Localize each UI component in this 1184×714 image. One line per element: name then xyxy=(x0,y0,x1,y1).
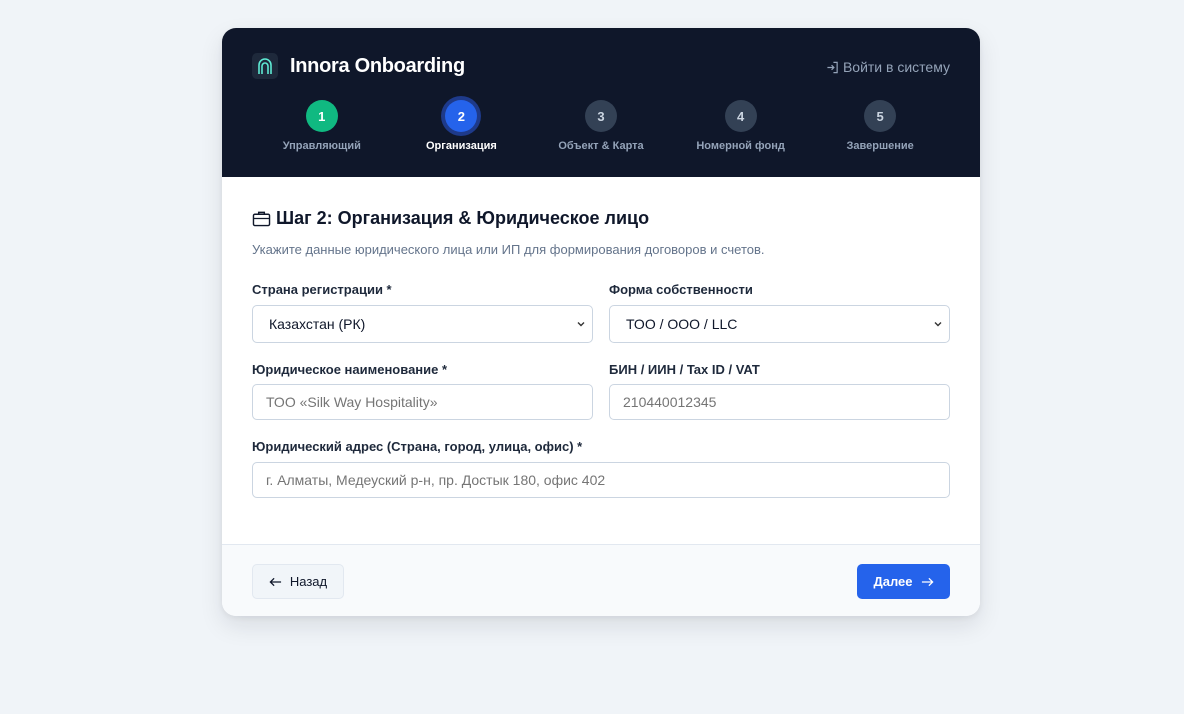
login-link-label: Войти в систему xyxy=(842,59,950,75)
brand: Innora Onboarding xyxy=(252,53,465,79)
address-label: Юридический адрес (Страна, город, улица,… xyxy=(252,439,583,454)
step-4[interactable]: 4 Номерной фонд xyxy=(671,100,811,152)
wizard-footer: Назад Далее xyxy=(222,544,980,616)
login-link[interactable]: Войти в систему xyxy=(826,59,950,75)
chevron-down-icon xyxy=(577,322,585,327)
back-button[interactable]: Назад xyxy=(252,564,344,599)
ownership-select[interactable]: ТОО / ООО / LLC xyxy=(609,305,950,343)
tax-id-input[interactable]: 210440012345 xyxy=(609,384,950,420)
section-title: Шаг 2: Организация & Юридическое лицо xyxy=(252,208,950,229)
ownership-select-value: ТОО / ООО / LLC xyxy=(626,316,738,332)
section-description: Укажите данные юридического лица или ИП … xyxy=(252,242,765,257)
wizard-header: Innora Onboarding Войти в систему 1 Упра… xyxy=(222,28,980,177)
step-3[interactable]: 3 Объект & Карта xyxy=(531,100,671,152)
step-number: 2 xyxy=(445,100,478,132)
step-1[interactable]: 1 Управляющий xyxy=(252,100,392,152)
step-number: 3 xyxy=(584,100,617,132)
arrow-right-icon xyxy=(921,577,934,586)
legal-name-input[interactable]: ТОО «Silk Way Hospitality» xyxy=(252,384,593,420)
onboarding-card: Innora Onboarding Войти в систему 1 Упра… xyxy=(222,28,980,616)
brand-name: Innora Onboarding xyxy=(290,54,465,77)
address-field: Юридический адрес (Страна, город, улица,… xyxy=(252,439,950,498)
step-2[interactable]: 2 Организация xyxy=(392,100,532,152)
arrow-left-icon xyxy=(269,577,281,586)
country-select[interactable]: Казахстан (РК) xyxy=(252,305,593,343)
arch-logo-icon xyxy=(252,53,278,79)
stepper: 1 Управляющий 2 Организация 3 Объект & К… xyxy=(252,100,950,152)
country-label: Страна регистрации * xyxy=(252,282,392,297)
step-number: 5 xyxy=(864,100,897,132)
tax-id-label: БИН / ИИН / Tax ID / VAT xyxy=(609,362,760,377)
chevron-down-icon xyxy=(934,322,942,327)
section-title-text: Шаг 2: Организация & Юридическое лицо xyxy=(276,208,650,228)
ownership-field: Форма собственности ТОО / ООО / LLC xyxy=(609,282,950,343)
country-field: Страна регистрации * Казахстан (РК) xyxy=(252,282,593,343)
address-input[interactable]: г. Алматы, Медеуский р-н, пр. Достык 180… xyxy=(252,462,950,498)
tax-id-field: БИН / ИИН / Tax ID / VAT 210440012345 xyxy=(609,362,950,420)
step-label: Организация xyxy=(426,140,497,152)
form-body: Шаг 2: Организация & Юридическое лицо Ук… xyxy=(252,208,950,257)
step-number: 1 xyxy=(305,100,338,132)
step-label: Номерной фонд xyxy=(696,140,785,152)
step-number: 4 xyxy=(724,100,757,132)
step-label: Объект & Карта xyxy=(558,140,644,152)
ownership-label: Форма собственности xyxy=(609,282,753,297)
step-label: Завершение xyxy=(846,140,914,152)
legal-name-label: Юридическое наименование * xyxy=(252,362,448,377)
briefcase-icon xyxy=(252,211,271,227)
next-button-label: Далее xyxy=(873,574,913,589)
next-button[interactable]: Далее xyxy=(857,564,950,599)
country-select-value: Казахстан (РК) xyxy=(269,316,366,332)
step-label: Управляющий xyxy=(282,140,361,152)
login-icon xyxy=(827,61,838,73)
step-5[interactable]: 5 Завершение xyxy=(810,100,950,152)
legal-name-field: Юридическое наименование * ТОО «Silk Way… xyxy=(252,362,593,420)
back-button-label: Назад xyxy=(289,574,328,589)
